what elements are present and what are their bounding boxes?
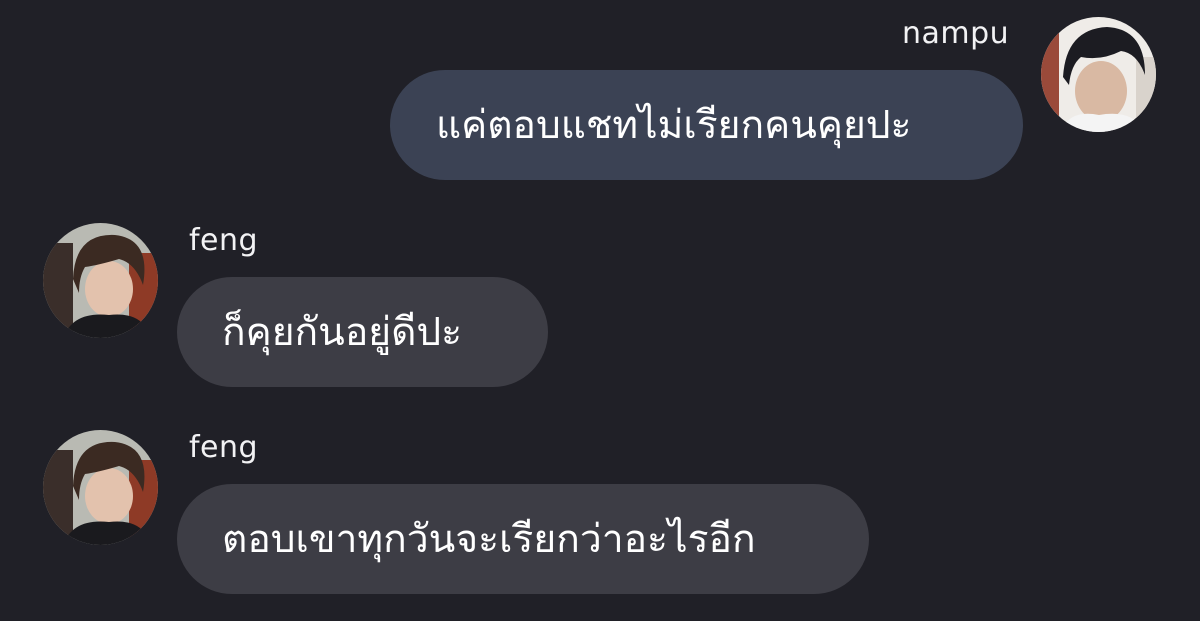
user-avatar-nampu-icon[interactable] bbox=[1041, 17, 1156, 132]
user-avatar-feng-icon[interactable] bbox=[43, 430, 158, 545]
user-avatar-feng-icon[interactable] bbox=[43, 223, 158, 338]
chat-thread: nampu แค่ตอบแชทไม่เรียกคนคุยปะ feng ก็คุ… bbox=[0, 0, 1200, 621]
sender-name: feng bbox=[189, 430, 259, 465]
message-text: แค่ตอบแชทไม่เรียกคนคุยปะ bbox=[436, 103, 912, 148]
message-text: ตอบเขาทุกวันจะเรียกว่าอะไรอีก bbox=[222, 517, 756, 562]
message-bubble[interactable]: ก็คุยกันอยู่ดีปะ bbox=[177, 277, 548, 387]
message-bubble[interactable]: ตอบเขาทุกวันจะเรียกว่าอะไรอีก bbox=[177, 484, 869, 594]
sender-name: feng bbox=[189, 223, 259, 258]
message-text: ก็คุยกันอยู่ดีปะ bbox=[222, 310, 463, 355]
message-bubble[interactable]: แค่ตอบแชทไม่เรียกคนคุยปะ bbox=[390, 70, 1023, 180]
sender-name: nampu bbox=[902, 16, 1010, 51]
